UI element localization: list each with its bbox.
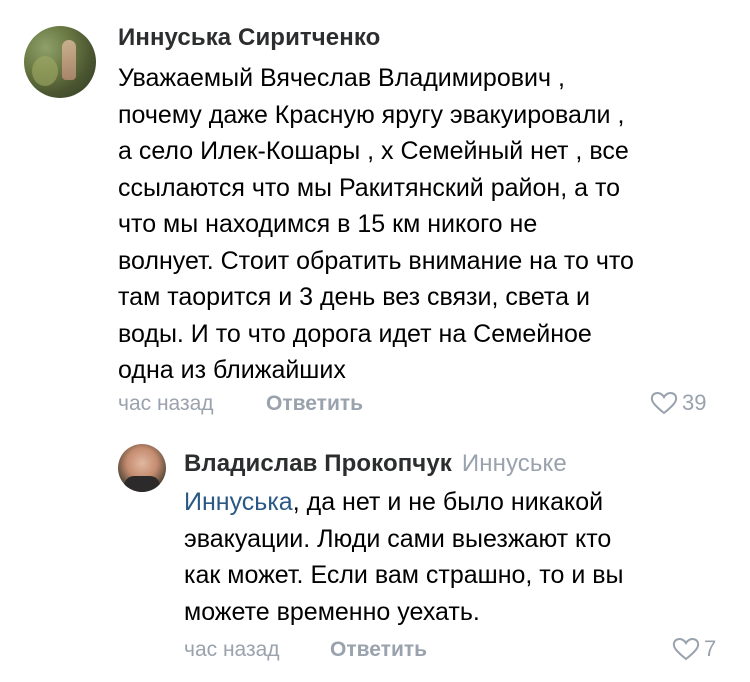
avatar-photo-figure <box>62 40 76 80</box>
mention-link[interactable]: Иннуська <box>184 488 293 516</box>
avatar-photo-detail <box>32 56 58 86</box>
reply-button[interactable]: Ответить <box>266 392 363 416</box>
like-count: 39 <box>682 390 707 415</box>
reply-button[interactable]: Ответить <box>330 638 427 662</box>
avatar-photo-detail <box>124 476 160 492</box>
avatar[interactable] <box>24 26 96 98</box>
comment-timestamp[interactable]: час назад <box>118 392 214 416</box>
reply-author-line: Владислав Прокопчук Иннуське <box>184 450 567 478</box>
reply-text: Иннуська, да нет и не было никакой эваку… <box>184 484 724 630</box>
heart-icon <box>672 637 704 661</box>
comment-author[interactable]: Иннуська Сиритченко <box>118 24 380 52</box>
heart-icon <box>650 391 682 415</box>
comment-text: Уважаемый Вячеслав Владимирович , почему… <box>118 64 634 384</box>
like-button[interactable]: 39 <box>650 390 706 416</box>
like-button[interactable]: 7 <box>672 636 716 662</box>
reply-author[interactable]: Владислав Прокопчук <box>184 450 452 477</box>
reply-timestamp[interactable]: час назад <box>184 638 280 662</box>
reply-to-link[interactable]: Иннуське <box>462 450 567 477</box>
like-count: 7 <box>704 636 717 661</box>
avatar[interactable] <box>118 444 166 492</box>
